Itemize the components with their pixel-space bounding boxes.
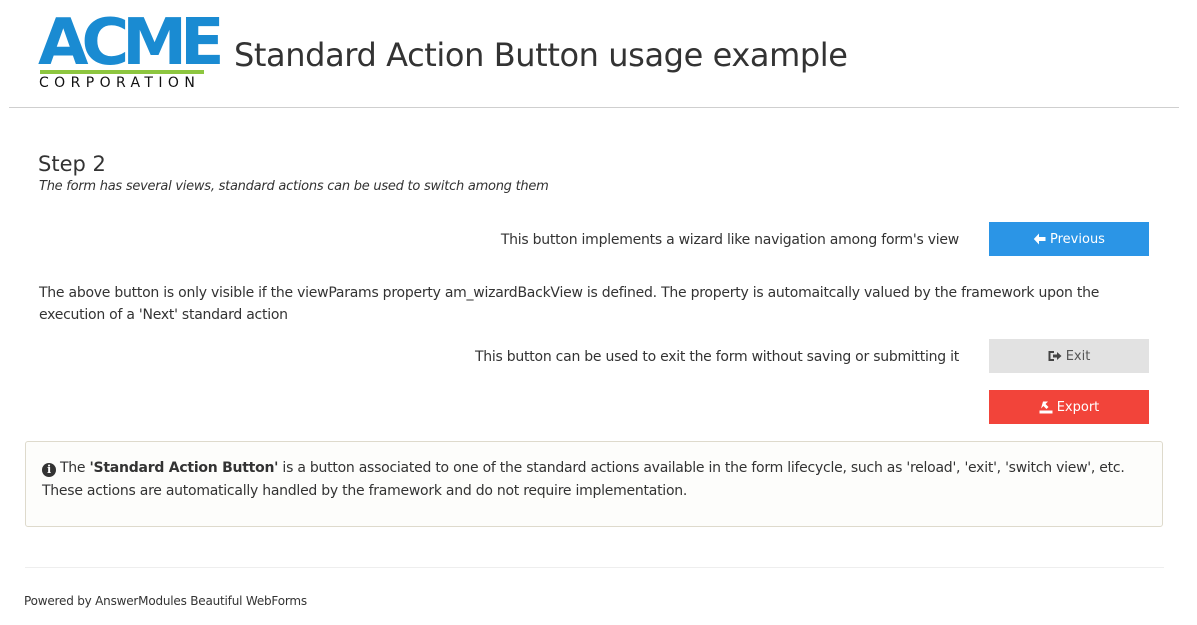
header-divider (9, 107, 1179, 108)
footer-text: Powered by AnswerModules Beautiful WebFo… (24, 594, 307, 608)
info-text: i The 'Standard Action Button' is a butto… (42, 457, 1132, 503)
footer-divider (25, 567, 1164, 568)
logo-subtitle: CORPORATION (39, 75, 201, 91)
logo-wordmark: ACME (38, 6, 225, 80)
exit-button[interactable]: Exit (989, 339, 1149, 373)
info-circle-icon: i (42, 463, 56, 477)
exit-description: This button can be used to exit the form… (474, 349, 959, 365)
previous-explanation: The above button is only visible if the … (39, 285, 1100, 323)
exit-button-label: Exit (1065, 348, 1091, 364)
export-button[interactable]: Export (989, 390, 1149, 424)
previous-button-label: Previous (1050, 231, 1105, 247)
arrow-left-icon (1033, 233, 1046, 245)
previous-button[interactable]: Previous (989, 222, 1149, 256)
step-subtitle: The form has several views, standard act… (39, 179, 549, 194)
info-highlight: 'Standard Action Button' (89, 460, 279, 476)
info-panel: i The 'Standard Action Button' is a butto… (25, 441, 1163, 527)
previous-description: This button implements a wizard like nav… (500, 232, 959, 248)
export-icon (1039, 401, 1053, 413)
info-lead: The (60, 460, 90, 476)
export-button-label: Export (1056, 399, 1100, 415)
sign-out-icon (1048, 351, 1062, 361)
page-title: Standard Action Button usage example (234, 36, 848, 74)
acme-logo: ACME CORPORATION (38, 11, 225, 91)
step-title: Step 2 (38, 152, 106, 176)
page-header: ACME CORPORATION Standard Action Button … (0, 0, 1197, 108)
